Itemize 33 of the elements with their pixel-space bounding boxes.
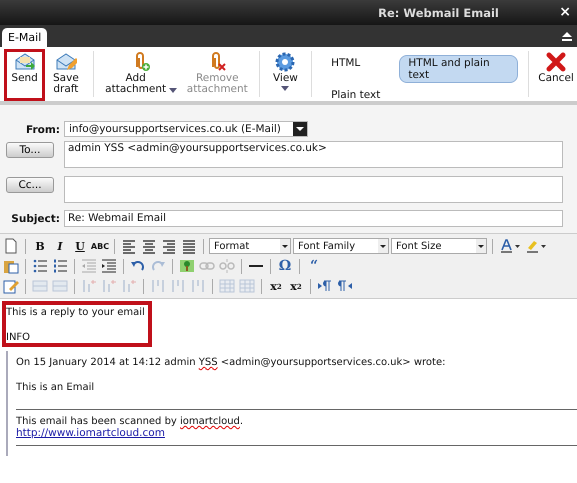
to-button[interactable]: To... [6,142,54,158]
view-button[interactable]: View [266,49,306,101]
website-link[interactable]: http://www.iomartcloud.com [16,427,165,439]
format-tool[interactable]: U [71,237,89,255]
cc-button[interactable]: Cc... [6,177,54,193]
format-option[interactable]: Plain text [322,87,390,103]
toolbar-select[interactable]: Font Family [293,238,389,254]
ribbon-tab[interactable]: E-Mail [2,28,48,47]
format-tool[interactable]: ABC [91,237,109,255]
subject-label: Subject: [10,212,60,225]
format-tool[interactable]: Ω [276,257,294,275]
cancel-button[interactable]: Cancel [535,49,577,101]
subject-field[interactable]: Re: Webmail Email [64,210,563,227]
save-button[interactable]: Save draft [45,49,87,101]
reply-text: INFO [6,332,32,343]
close-button[interactable]: × [559,4,571,20]
quote-header: On 15 January 2014 at 14:12 admin YSS <admin@yoursupportservices.co.uk> wrote: [16,357,446,368]
scan-notice: This email has been scanned by iomartcloud. [16,416,244,427]
attach-button[interactable]: Add attachment [100,49,182,101]
toolbar-select[interactable]: Font Size [391,238,487,254]
from-label: From: [24,123,60,136]
window-title: Re: Webmail Email [378,6,499,20]
format-tool[interactable]: I [51,237,69,255]
to-field[interactable]: admin YSS <admin@yoursupportservices.co.uk> [64,141,563,168]
format-option[interactable]: HTML and plain text [399,55,518,83]
format-option[interactable]: HTML [322,55,390,83]
toolbar-select[interactable]: Format [209,238,291,254]
format-tool[interactable]: “ [305,257,323,275]
quoted-text: This is an Email [16,382,96,393]
from-select[interactable]: info@yoursupportservices.co.uk (E-Mail) [64,121,308,137]
send-button[interactable]: Send [4,49,46,101]
format-tool[interactable]: B [31,237,49,255]
reply-text: This is a reply to your email [6,307,146,318]
